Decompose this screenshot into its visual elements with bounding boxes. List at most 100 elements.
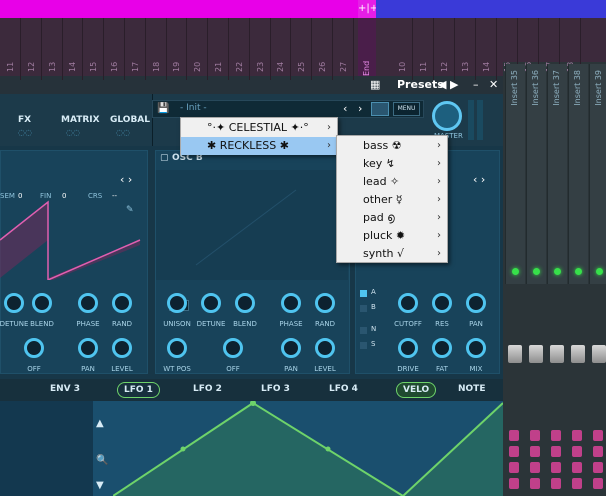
grid-icon[interactable]: ▦ bbox=[370, 78, 380, 91]
osc-a-waveform[interactable] bbox=[0, 200, 148, 280]
filter-type-arrows[interactable]: ‹ › bbox=[473, 173, 485, 186]
zoom-icon[interactable]: 🔍 bbox=[96, 455, 108, 466]
mixer-route-slot[interactable] bbox=[509, 430, 519, 441]
crs-value[interactable]: -- bbox=[112, 192, 117, 200]
mixer-route-slot[interactable] bbox=[572, 462, 582, 473]
mixer-fader-handle[interactable] bbox=[592, 345, 606, 363]
knob-off[interactable] bbox=[24, 338, 44, 358]
osc-a-wave-arrows[interactable]: ‹ › bbox=[120, 173, 132, 186]
knob-blend[interactable] bbox=[235, 293, 255, 313]
knob-unison[interactable] bbox=[167, 293, 187, 313]
mixer-route-slot[interactable] bbox=[530, 446, 540, 457]
channel-divider bbox=[228, 18, 229, 80]
scroll-down-icon[interactable]: ▼ bbox=[96, 480, 104, 491]
menu-item-key[interactable]: key ↯ › bbox=[337, 155, 447, 173]
route-toggle-s[interactable] bbox=[360, 342, 367, 349]
mixer-insert-led[interactable] bbox=[596, 268, 603, 275]
knob-pan[interactable] bbox=[78, 338, 98, 358]
knob-detune[interactable] bbox=[4, 293, 24, 313]
mixer-route-slot[interactable] bbox=[593, 446, 603, 457]
knob-rand[interactable] bbox=[112, 293, 132, 313]
route-toggle-n[interactable] bbox=[360, 327, 367, 334]
knob-off[interactable] bbox=[223, 338, 243, 358]
browser-icon[interactable] bbox=[371, 102, 389, 116]
menu-item-label: °·✦ CELESTIAL ✦·° bbox=[207, 121, 309, 134]
preset-nav-arrows[interactable]: ◀ ▶ bbox=[438, 78, 458, 91]
mixer-route-slot[interactable] bbox=[509, 446, 519, 457]
mixer-fader-handle[interactable] bbox=[550, 345, 564, 363]
menu-item-synth[interactable]: synth √ › bbox=[337, 245, 447, 263]
mixer-fader-handle[interactable] bbox=[571, 345, 585, 363]
playlist-pattern-bar[interactable] bbox=[0, 0, 358, 18]
mixer-route-slot[interactable] bbox=[572, 446, 582, 457]
mixer-route-slot[interactable] bbox=[551, 478, 561, 489]
mixer-route-slot[interactable] bbox=[572, 430, 582, 441]
master-knob[interactable] bbox=[432, 101, 462, 131]
save-icon[interactable]: 💾 bbox=[157, 103, 169, 114]
knob-pan[interactable] bbox=[281, 338, 301, 358]
osc-b-toggle[interactable]: ▢ bbox=[160, 153, 169, 163]
menu-item-pad[interactable]: pad ൭ › bbox=[337, 209, 447, 227]
knob-phase[interactable] bbox=[78, 293, 98, 313]
mixer-route-slot[interactable] bbox=[551, 430, 561, 441]
route-toggle-b[interactable] bbox=[360, 305, 367, 312]
knob-res[interactable] bbox=[432, 293, 452, 313]
mixer-route-slot[interactable] bbox=[572, 478, 582, 489]
mixer-route-slot[interactable] bbox=[593, 430, 603, 441]
knob-rand[interactable] bbox=[315, 293, 335, 313]
preset-name[interactable]: - Init - bbox=[180, 103, 207, 113]
mixer-route-slot[interactable] bbox=[551, 446, 561, 457]
preset-next-icon[interactable]: › bbox=[358, 102, 362, 115]
mixer-insert-led[interactable] bbox=[512, 268, 519, 275]
tab-fx[interactable]: FX bbox=[18, 115, 31, 125]
mixer-route-slot[interactable] bbox=[530, 478, 540, 489]
route-toggle-a[interactable] bbox=[360, 290, 367, 297]
menu-item-other[interactable]: other ☿ › bbox=[337, 191, 447, 209]
mixer-insert-led[interactable] bbox=[533, 268, 540, 275]
mixer-fader-handle[interactable] bbox=[508, 345, 522, 363]
mixer-route-slot[interactable] bbox=[593, 478, 603, 489]
preset-prev-icon[interactable]: ‹ bbox=[343, 102, 347, 115]
knob-wt-pos[interactable] bbox=[167, 338, 187, 358]
mod-tab-lfo-3[interactable]: LFO 3 bbox=[255, 382, 296, 396]
mod-tab-lfo-2[interactable]: LFO 2 bbox=[187, 382, 228, 396]
scroll-up-icon[interactable]: ▲ bbox=[96, 418, 104, 429]
knob-pan[interactable] bbox=[466, 293, 486, 313]
knob-level[interactable] bbox=[112, 338, 132, 358]
mod-tab-note[interactable]: NOTE bbox=[452, 382, 491, 396]
mixer-route-slot[interactable] bbox=[551, 462, 561, 473]
playlist-marker[interactable]: +|+ bbox=[358, 0, 378, 18]
knob-blend[interactable] bbox=[32, 293, 52, 313]
sem-value[interactable]: 0 bbox=[18, 192, 22, 200]
mixer-route-slot[interactable] bbox=[530, 462, 540, 473]
mixer-route-slot[interactable] bbox=[509, 478, 519, 489]
menu-item-celestial[interactable]: °·✦ CELESTIAL ✦·° › bbox=[181, 119, 337, 137]
tab-matrix[interactable]: MATRIX bbox=[61, 115, 100, 125]
playlist-clip-bar[interactable] bbox=[376, 0, 606, 18]
mixer-route-slot[interactable] bbox=[593, 462, 603, 473]
knob-fat[interactable] bbox=[432, 338, 452, 358]
mixer-insert-led[interactable] bbox=[554, 268, 561, 275]
mod-tab-lfo-1[interactable]: LFO 1 bbox=[117, 382, 160, 398]
tab-global[interactable]: GLOBAL bbox=[110, 115, 150, 125]
knob-mix[interactable] bbox=[466, 338, 486, 358]
mixer-route-slot[interactable] bbox=[509, 462, 519, 473]
mixer-insert-led[interactable] bbox=[575, 268, 582, 275]
menu-item-lead[interactable]: lead ✧ › bbox=[337, 173, 447, 191]
menu-item-bass[interactable]: bass ☢ › bbox=[337, 137, 447, 155]
knob-detune[interactable] bbox=[201, 293, 221, 313]
mixer-fader-handle[interactable] bbox=[529, 345, 543, 363]
mod-tab-env-3[interactable]: ENV 3 bbox=[44, 382, 86, 396]
knob-drive[interactable] bbox=[398, 338, 418, 358]
menu-item-pluck[interactable]: pluck ✹ › bbox=[337, 227, 447, 245]
knob-cutoff[interactable] bbox=[398, 293, 418, 313]
knob-level[interactable] bbox=[315, 338, 335, 358]
lfo-shape[interactable] bbox=[113, 401, 503, 496]
knob-phase[interactable] bbox=[281, 293, 301, 313]
menu-item-reckless[interactable]: ✱ RECKLESS ✱ › bbox=[181, 137, 337, 155]
mod-tab-lfo-4[interactable]: LFO 4 bbox=[323, 382, 364, 396]
menu-button[interactable]: MENU bbox=[393, 102, 420, 116]
mixer-route-slot[interactable] bbox=[530, 430, 540, 441]
mod-tab-velo[interactable]: VELO bbox=[396, 382, 437, 398]
fin-value[interactable]: 0 bbox=[62, 192, 66, 200]
